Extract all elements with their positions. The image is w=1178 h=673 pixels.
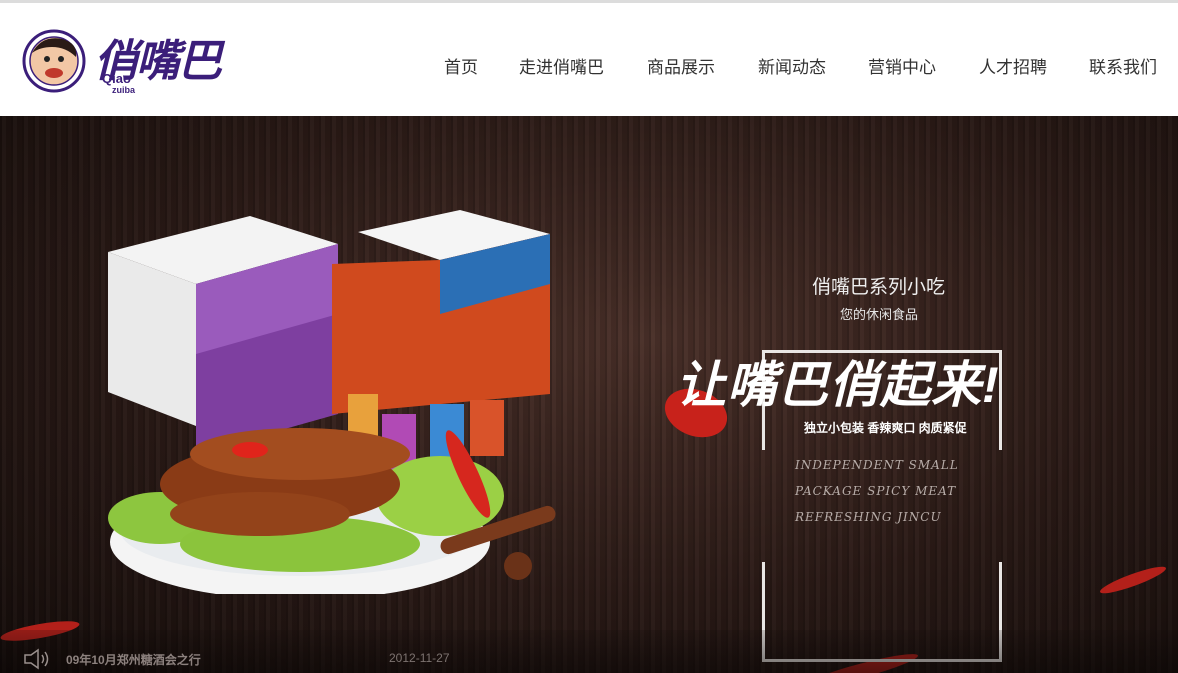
product-image — [108, 210, 556, 594]
speaker-icon — [24, 648, 49, 670]
nav-marketing[interactable]: 营销中心 — [868, 53, 936, 78]
news-date: 2012-11-27 — [389, 651, 450, 665]
nav-news[interactable]: 新闻动态 — [758, 53, 826, 78]
nav-home[interactable]: 首页 — [444, 53, 478, 78]
nav-contact[interactable]: 联系我们 — [1089, 53, 1157, 78]
news-headline-link[interactable]: 09年10月郑州糖酒会之行 — [66, 651, 201, 668]
banner-features: 独立小包装 香辣爽口 肉质紧促 — [804, 421, 967, 435]
site-header: 俏嘴巴 Qiao zuiba 首页 走进俏嘴巴 商品展示 新闻动态 营销中心 人… — [0, 3, 1178, 116]
nav-about[interactable]: 走进俏嘴巴 — [519, 53, 604, 78]
chili-image-right — [1098, 562, 1168, 598]
banner-subtitle: 您的休闲食品 — [840, 307, 919, 322]
site-logo[interactable]: 俏嘴巴 Qiao zuiba — [22, 25, 242, 97]
banner-title: 俏嘴巴系列小吃 — [812, 277, 946, 298]
nav-careers[interactable]: 人才招聘 — [979, 53, 1047, 78]
logo-sub-zuiba: zuiba — [112, 85, 136, 95]
news-ticker: 09年10月郑州糖酒会之行 2012-11-27 — [0, 630, 1178, 673]
banner-slogan: 让嘴巴俏起来! — [676, 357, 1000, 413]
logo-sub-qiao: Qiao — [102, 71, 131, 86]
hero-banner[interactable]: 俏嘴巴系列小吃 您的休闲食品 让嘴巴俏起来! 独立小包装 香辣爽口 肉质紧促 I… — [0, 116, 1178, 673]
mascot-logo-icon — [22, 29, 86, 93]
nav-products[interactable]: 商品展示 — [647, 53, 715, 78]
banner-english-text: INDEPENDENT SMALL PACKAGE SPICY MEAT REF… — [795, 458, 959, 524]
